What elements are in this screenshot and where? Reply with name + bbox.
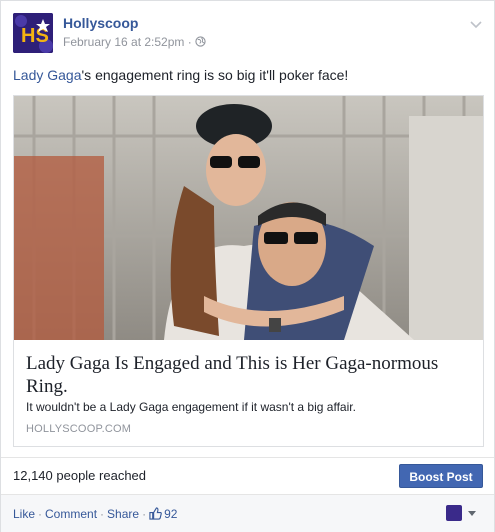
hollyscoop-logo-icon: HS [13, 13, 53, 53]
action-separator: · [142, 507, 147, 521]
chevron-down-icon[interactable] [469, 17, 483, 31]
like-link[interactable]: Like [13, 507, 35, 521]
link-domain: HOLLYSCOOP.COM [26, 423, 132, 435]
post-timestamp[interactable]: February 16 at 2:52pm [63, 35, 184, 49]
post-as-selector[interactable] [446, 505, 478, 521]
share-link[interactable]: Share [107, 507, 139, 521]
like-count-value: 92 [164, 507, 178, 521]
post-header: HS Hollyscoop February 16 at 2:52pm · [13, 13, 483, 57]
page-avatar[interactable]: HS [13, 13, 53, 53]
link-preview-card[interactable]: Lady Gaga Is Engaged and This is Her Gag… [13, 95, 484, 447]
link-title[interactable]: Lady Gaga Is Engaged and This is Her Gag… [26, 352, 466, 398]
thumbs-up-icon [149, 507, 162, 520]
comment-link[interactable]: Comment [45, 507, 97, 521]
action-separator: · [100, 507, 105, 521]
like-count[interactable]: 92 [149, 507, 177, 521]
boost-post-button[interactable]: Boost Post [399, 464, 483, 488]
post-card: HS Hollyscoop February 16 at 2:52pm · La… [0, 0, 495, 532]
meta-separator: · [187, 35, 192, 49]
globe-icon[interactable] [195, 36, 206, 47]
caret-down-icon [468, 511, 476, 516]
link-description: It wouldn't be a Lady Gaga engagement if… [26, 400, 356, 414]
post-message: Lady Gaga's engagement ring is so big it… [13, 67, 483, 83]
link-preview-photo[interactable] [14, 96, 483, 340]
mention-link[interactable]: Lady Gaga [13, 67, 82, 83]
post-actions: Like · Comment · Share · 92 [13, 507, 177, 521]
action-separator: · [38, 507, 43, 521]
poster-avatar-icon [446, 505, 462, 521]
message-text: 's engagement ring is so big it'll poker… [81, 67, 349, 83]
post-meta: February 16 at 2:52pm · [63, 35, 206, 49]
page-name-link[interactable]: Hollyscoop [63, 15, 138, 31]
people-reached[interactable]: 12,140 people reached [13, 468, 146, 483]
action-bar: Like · Comment · Share · 92 [1, 494, 494, 532]
reach-bar: 12,140 people reached Boost Post [1, 457, 494, 494]
